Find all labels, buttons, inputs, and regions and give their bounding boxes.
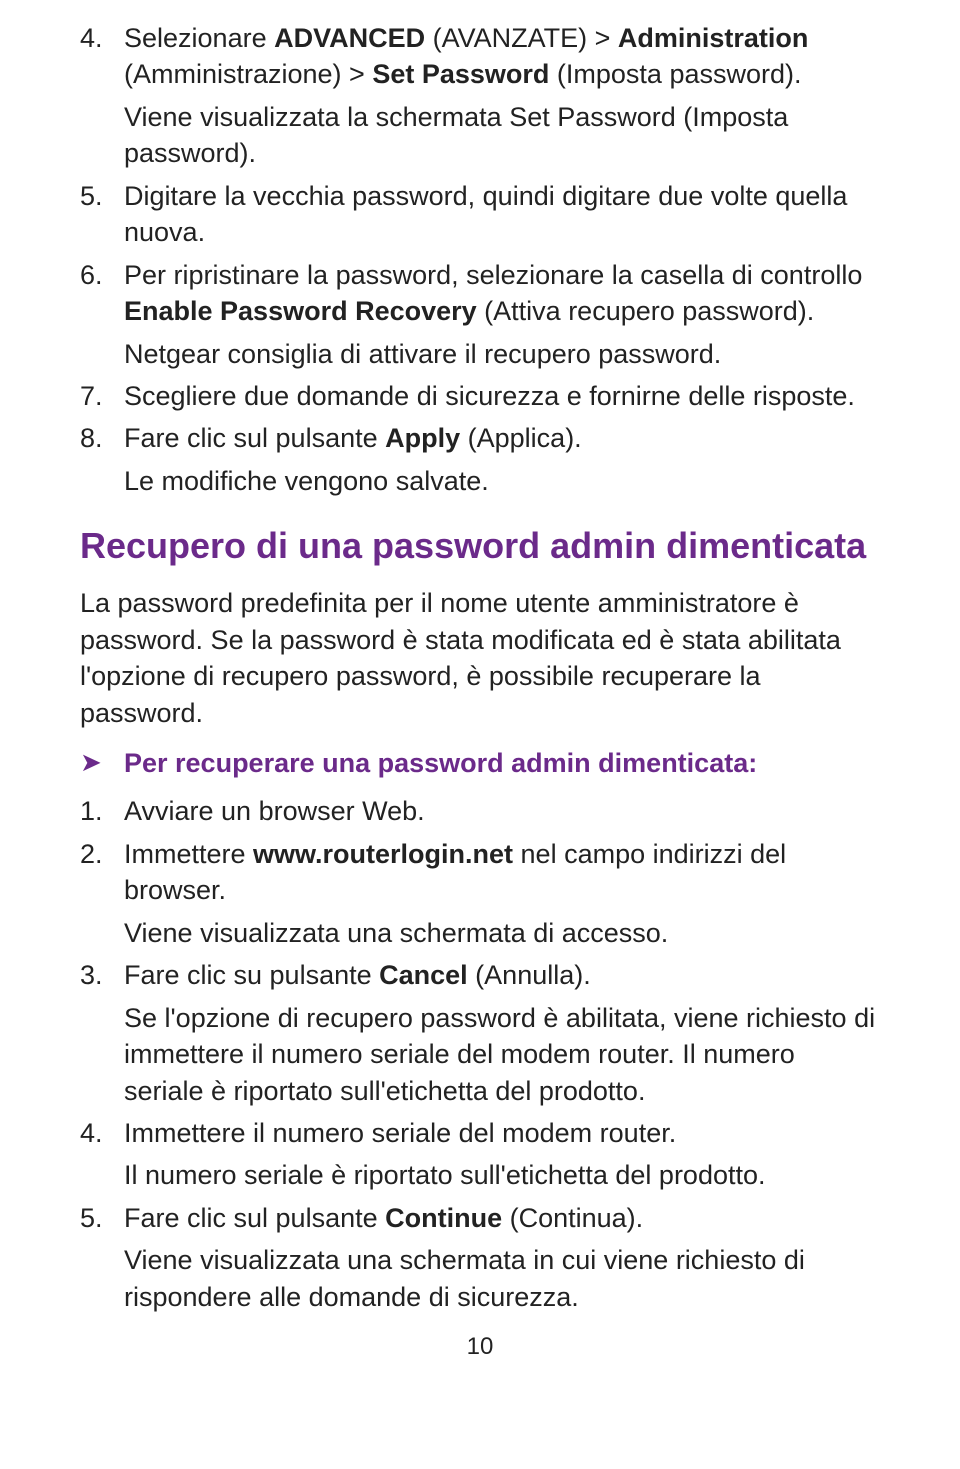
step-number: 8. [80, 420, 124, 499]
text: Immettere [124, 839, 253, 869]
step-number: 2. [80, 836, 124, 951]
text: Fare clic sul pulsante [124, 1203, 385, 1233]
step-number: 3. [80, 957, 124, 1109]
step-4: 4. Selezionare ADVANCED (AVANZATE) > Adm… [80, 20, 880, 172]
step-6: 6. Per ripristinare la password, selezio… [80, 257, 880, 372]
procedure-title: Per recuperare una password admin diment… [124, 745, 757, 781]
bold-text: Enable Password Recovery [124, 296, 477, 326]
proc-step-1: 1. Avviare un browser Web. [80, 793, 880, 829]
step-subtext: Netgear consiglia di attivare il recuper… [124, 336, 880, 372]
step-body: Avviare un browser Web. [124, 793, 880, 829]
proc-step-4: 4. Immettere il numero seriale del modem… [80, 1115, 880, 1194]
text: (Attiva recupero password). [477, 296, 815, 326]
step-body: Fare clic su pulsante Cancel (Annulla). … [124, 957, 880, 1109]
procedure-heading: ➤ Per recuperare una password admin dime… [80, 745, 880, 781]
text: (Imposta password). [549, 59, 801, 89]
text: Selezionare [124, 23, 274, 53]
step-body: Per ripristinare la password, selezionar… [124, 257, 880, 372]
text: (AVANZATE) > [425, 23, 618, 53]
step-number: 4. [80, 20, 124, 172]
text: Fare clic su pulsante [124, 960, 379, 990]
step-subtext: Le modifiche vengono salvate. [124, 463, 880, 499]
proc-step-3: 3. Fare clic su pulsante Cancel (Annulla… [80, 957, 880, 1109]
text: (Continua). [502, 1203, 643, 1233]
bold-text: Apply [385, 423, 460, 453]
step-number: 5. [80, 1200, 124, 1315]
proc-step-5: 5. Fare clic sul pulsante Continue (Cont… [80, 1200, 880, 1315]
step-body: Immettere il numero seriale del modem ro… [124, 1115, 880, 1194]
step-body: Immettere www.routerlogin.net nel campo … [124, 836, 880, 951]
bold-text: Set Password [372, 59, 549, 89]
bold-text: Administration [618, 23, 809, 53]
document-page: 4. Selezionare ADVANCED (AVANZATE) > Adm… [0, 0, 960, 1391]
step-number: 7. [80, 378, 124, 414]
page-number: 10 [80, 1333, 880, 1361]
step-subtext: Se l'opzione di recupero password è abil… [124, 1000, 880, 1109]
text: (Applica). [460, 423, 582, 453]
step-subtext: Il numero seriale è riportato sull'etich… [124, 1157, 880, 1193]
text: Immettere il numero seriale del modem ro… [124, 1118, 676, 1148]
step-7: 7. Scegliere due domande di sicurezza e … [80, 378, 880, 414]
step-subtext: Viene visualizzata una schermata in cui … [124, 1242, 880, 1315]
step-number: 5. [80, 178, 124, 251]
step-number: 4. [80, 1115, 124, 1194]
step-8: 8. Fare clic sul pulsante Apply (Applica… [80, 420, 880, 499]
step-body: Selezionare ADVANCED (AVANZATE) > Admini… [124, 20, 880, 172]
text: (Amministrazione) > [124, 59, 372, 89]
arrow-icon: ➤ [80, 745, 124, 780]
step-subtext: Viene visualizzata la schermata Set Pass… [124, 99, 880, 172]
text: Per ripristinare la password, selezionar… [124, 260, 862, 290]
step-body: Fare clic sul pulsante Continue (Continu… [124, 1200, 880, 1315]
text: (Annulla). [468, 960, 591, 990]
bold-text: Continue [385, 1203, 502, 1233]
intro-paragraph: La password predefinita per il nome uten… [80, 585, 880, 731]
step-body: Fare clic sul pulsante Apply (Applica). … [124, 420, 880, 499]
bold-text: www.routerlogin.net [253, 839, 513, 869]
text: Fare clic sul pulsante [124, 423, 385, 453]
bold-text: ADVANCED [274, 23, 425, 53]
step-body: Scegliere due domande di sicurezza e for… [124, 378, 880, 414]
bold-text: Cancel [379, 960, 468, 990]
section-heading: Recupero di una password admin dimentica… [80, 525, 880, 567]
step-body: Digitare la vecchia password, quindi dig… [124, 178, 880, 251]
step-number: 6. [80, 257, 124, 372]
step-5: 5. Digitare la vecchia password, quindi … [80, 178, 880, 251]
step-subtext: Viene visualizzata una schermata di acce… [124, 915, 880, 951]
proc-step-2: 2. Immettere www.routerlogin.net nel cam… [80, 836, 880, 951]
step-number: 1. [80, 793, 124, 829]
